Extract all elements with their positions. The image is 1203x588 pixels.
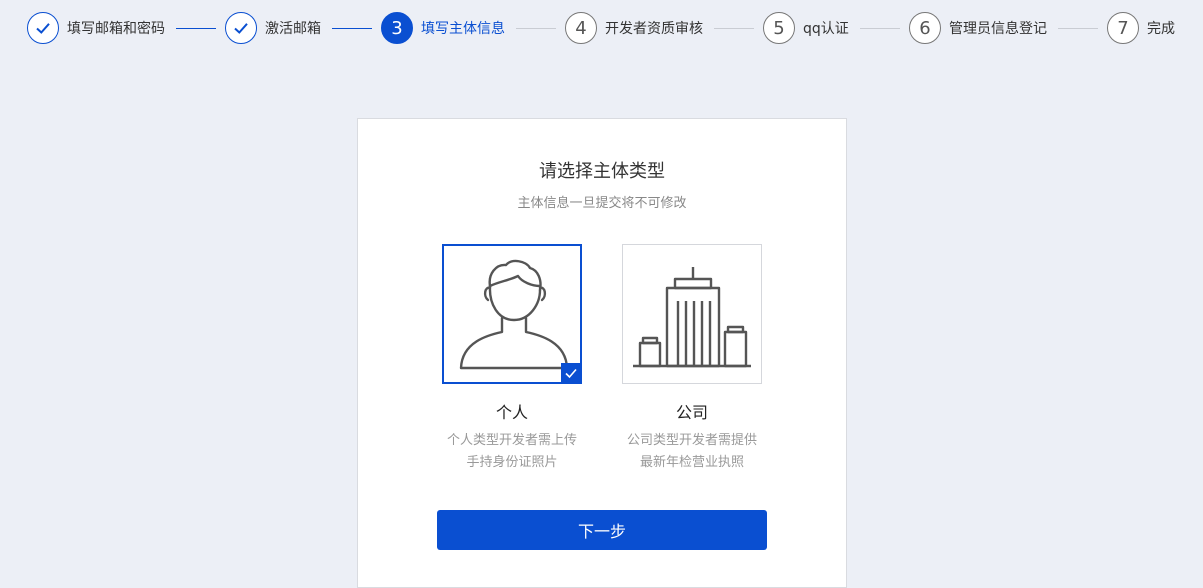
selected-check-icon bbox=[561, 363, 581, 383]
step-label: 管理员信息登记 bbox=[949, 21, 1047, 37]
registration-stepper: 填写邮箱和密码 激活邮箱 3 填写主体信息 4 开发者资质审核 5 qq认证 6… bbox=[0, 0, 1203, 58]
next-step-button[interactable]: 下一步 bbox=[437, 510, 767, 550]
desc-line: 最新年检营业执照 bbox=[639, 455, 744, 470]
option-company-name: 公司 bbox=[675, 403, 708, 422]
person-icon bbox=[459, 259, 569, 370]
checkmark-icon bbox=[225, 12, 257, 44]
step-connector bbox=[714, 28, 754, 29]
step-connector bbox=[516, 28, 556, 29]
desc-line: 手持身份证照片 bbox=[466, 455, 558, 470]
step-4: 4 开发者资质审核 bbox=[565, 12, 703, 44]
step-label: 填写邮箱和密码 bbox=[67, 21, 165, 37]
card-title: 请选择主体类型 bbox=[539, 161, 665, 182]
option-individual[interactable] bbox=[442, 244, 582, 384]
step-2: 激活邮箱 bbox=[225, 12, 321, 44]
desc-line: 个人类型开发者需上传 bbox=[446, 433, 577, 448]
step-connector bbox=[176, 28, 216, 29]
step-7: 7 完成 bbox=[1107, 12, 1175, 44]
entity-type-card: 请选择主体类型 主体信息一旦提交将不可修改 个人 个人类型开发者需上传 手持身份… bbox=[357, 118, 847, 588]
checkmark-icon bbox=[27, 12, 59, 44]
desc-line: 公司类型开发者需提供 bbox=[626, 433, 757, 448]
step-number: 6 bbox=[909, 12, 941, 44]
step-6: 6 管理员信息登记 bbox=[909, 12, 1047, 44]
step-label: 开发者资质审核 bbox=[605, 21, 703, 37]
step-connector bbox=[332, 28, 372, 29]
card-subtitle: 主体信息一旦提交将不可修改 bbox=[517, 196, 687, 211]
step-connector bbox=[1058, 28, 1098, 29]
step-5: 5 qq认证 bbox=[763, 12, 849, 44]
step-label: 填写主体信息 bbox=[421, 21, 505, 37]
option-company[interactable] bbox=[622, 244, 762, 384]
option-individual-name: 个人 bbox=[495, 403, 528, 422]
step-1: 填写邮箱和密码 bbox=[27, 12, 165, 44]
step-number: 4 bbox=[565, 12, 597, 44]
step-label: 激活邮箱 bbox=[265, 21, 321, 37]
step-label: qq认证 bbox=[803, 21, 849, 37]
building-icon bbox=[633, 267, 751, 368]
step-3: 3 填写主体信息 bbox=[381, 12, 505, 44]
step-label: 完成 bbox=[1147, 21, 1175, 37]
step-number: 3 bbox=[381, 12, 413, 44]
step-connector bbox=[860, 28, 900, 29]
option-individual-desc: 个人类型开发者需上传 手持身份证照片 bbox=[432, 430, 592, 474]
option-company-desc: 公司类型开发者需提供 最新年检营业执照 bbox=[612, 430, 772, 474]
step-number: 5 bbox=[763, 12, 795, 44]
step-number: 7 bbox=[1107, 12, 1139, 44]
